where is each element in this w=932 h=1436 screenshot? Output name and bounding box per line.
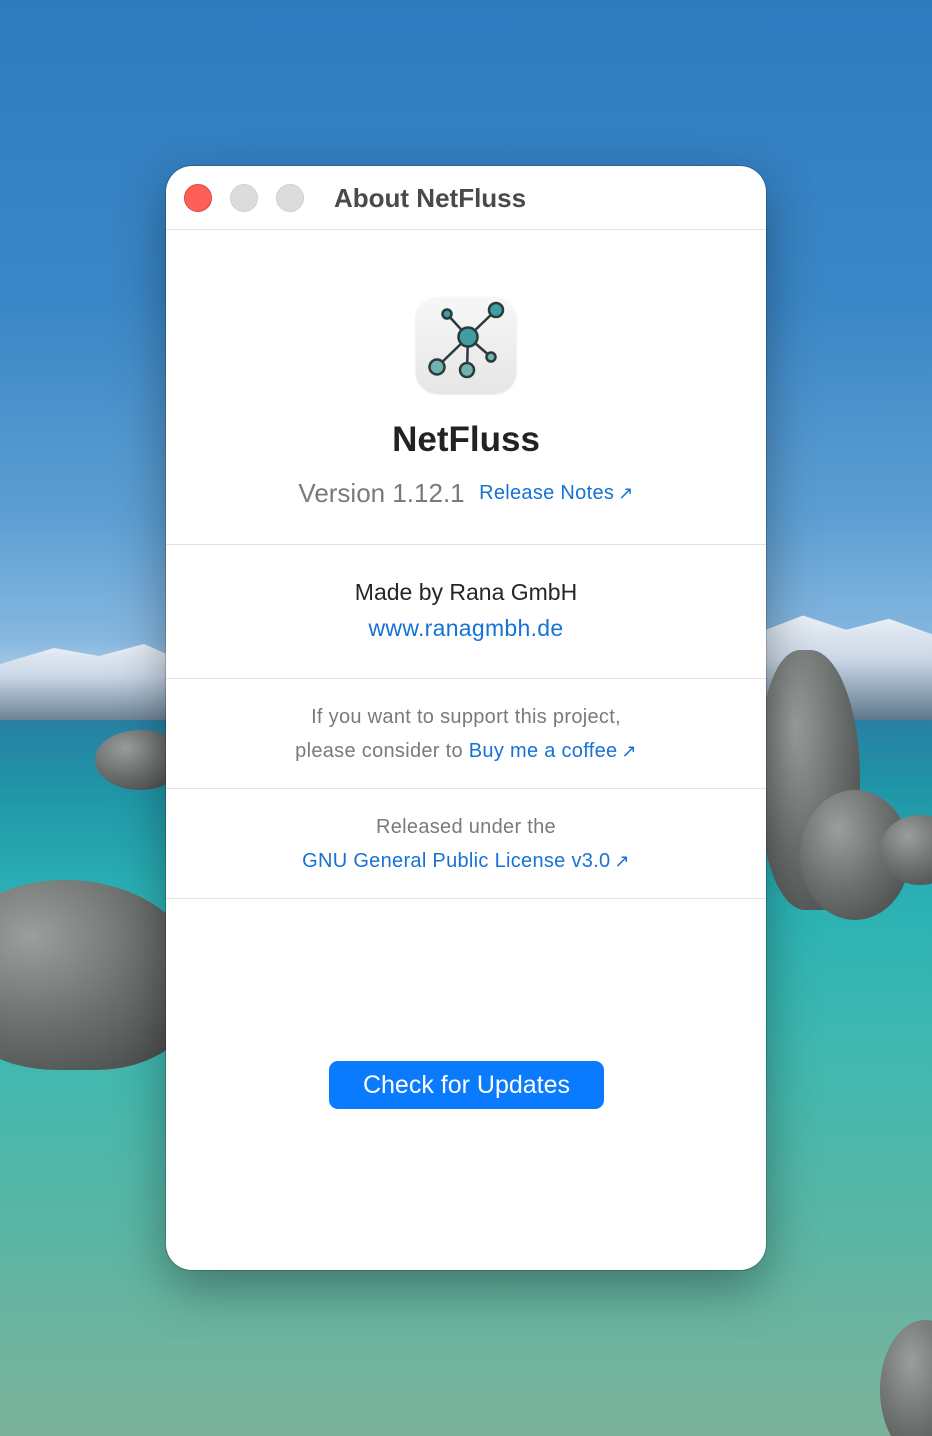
version-label: Version 1.12.1 bbox=[298, 478, 465, 508]
check-for-updates-button[interactable]: Check for Updates bbox=[329, 1061, 604, 1109]
external-link-icon: ↗ bbox=[614, 851, 630, 871]
support-text: If you want to support this project, bbox=[311, 706, 621, 728]
support-prefix: please consider to bbox=[295, 740, 463, 762]
app-info-section: NetFluss Version 1.12.1 Release Notes ↗ bbox=[166, 230, 766, 545]
title-bar[interactable]: About NetFluss bbox=[166, 166, 766, 230]
website-link[interactable]: www.ranagmbh.de bbox=[369, 615, 564, 642]
minimize-window-button[interactable] bbox=[230, 184, 258, 212]
external-link-icon: ↗ bbox=[618, 483, 634, 503]
license-section: Released under the GNU General Public Li… bbox=[166, 789, 766, 899]
close-window-button[interactable] bbox=[184, 184, 212, 212]
zoom-window-button[interactable] bbox=[276, 184, 304, 212]
made-by-text: Made by Rana GmbH bbox=[354, 579, 578, 605]
support-line-2: please consider to Buy me a coffee ↗ bbox=[166, 740, 766, 763]
external-link-icon: ↗ bbox=[621, 741, 637, 761]
release-notes-label: Release Notes bbox=[479, 482, 615, 504]
version-line: Version 1.12.1 Release Notes ↗ bbox=[166, 478, 766, 509]
network-graph-icon bbox=[416, 297, 516, 393]
gpl-license-link[interactable]: GNU General Public License v3.0 ↗ bbox=[302, 850, 630, 872]
license-text: Released under the bbox=[376, 816, 556, 838]
coffee-link-label: Buy me a coffee bbox=[468, 740, 618, 762]
app-name: NetFluss bbox=[392, 420, 540, 459]
support-section: If you want to support this project, ple… bbox=[166, 679, 766, 789]
maker-section: Made by Rana GmbH www.ranagmbh.de bbox=[166, 545, 766, 679]
buy-me-a-coffee-link[interactable]: Buy me a coffee ↗ bbox=[469, 740, 637, 762]
mountains-left bbox=[0, 644, 180, 720]
license-line-2: GNU General Public License v3.0 ↗ bbox=[166, 850, 766, 873]
about-window: About NetFluss NetFluss Version 1.12.1 R… bbox=[166, 166, 766, 1270]
rock bbox=[880, 1320, 932, 1436]
window-title: About NetFluss bbox=[334, 183, 527, 213]
release-notes-link[interactable]: Release Notes ↗ bbox=[479, 482, 633, 504]
license-link-label: GNU General Public License v3.0 bbox=[302, 850, 611, 872]
